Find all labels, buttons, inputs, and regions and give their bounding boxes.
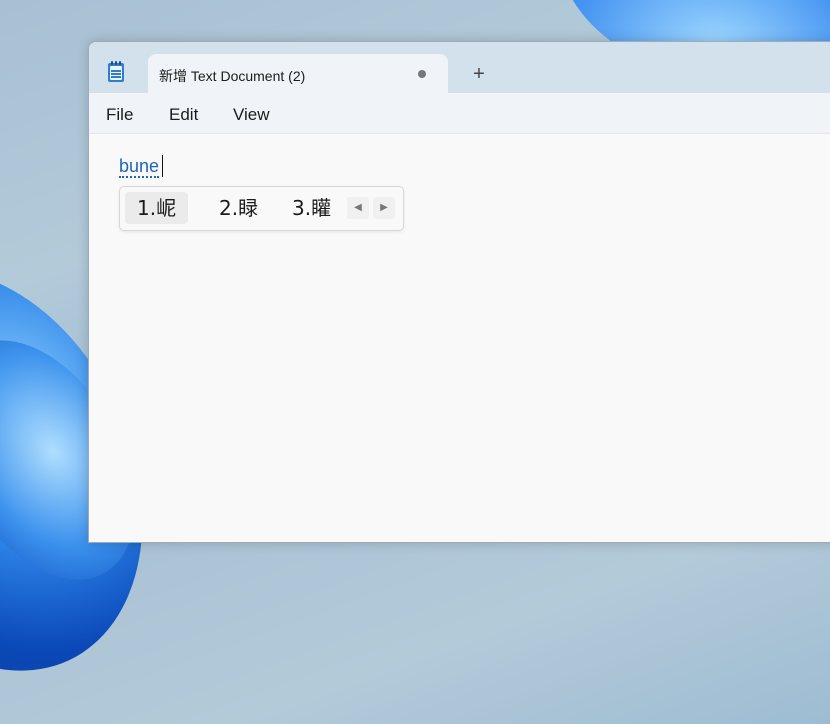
unsaved-dot-icon[interactable] <box>418 70 426 78</box>
caret-left-icon[interactable]: ◀ <box>347 197 369 219</box>
menu-edit[interactable]: Edit <box>169 105 198 125</box>
menu-bar: File Edit View <box>89 93 830 134</box>
ime-candidate-2[interactable]: 2.睩 <box>207 192 270 224</box>
ime-composition-text: bune <box>119 156 160 178</box>
text-editor[interactable]: bune 1.㞾 2.睩 3.矔 ◀ ▶ <box>89 134 830 542</box>
tab-title: 新增 Text Document (2) <box>159 68 306 84</box>
notepad-window: 新增 Text Document (2) + File Edit View bu… <box>88 41 830 543</box>
document-tab[interactable]: 新增 Text Document (2) <box>148 54 448 93</box>
title-bar: 新增 Text Document (2) + <box>89 42 830 93</box>
plus-icon[interactable]: + <box>468 63 490 85</box>
caret-right-icon[interactable]: ▶ <box>373 197 395 219</box>
text-caret <box>162 155 163 177</box>
ime-candidate-1[interactable]: 1.㞾 <box>125 192 189 224</box>
ime-candidate-3[interactable]: 3.矔 <box>280 192 343 224</box>
menu-file[interactable]: File <box>106 105 133 125</box>
menu-view[interactable]: View <box>233 105 270 125</box>
notepad-icon <box>108 61 124 82</box>
ime-candidate-window: 1.㞾 2.睩 3.矔 ◀ ▶ <box>119 186 404 231</box>
